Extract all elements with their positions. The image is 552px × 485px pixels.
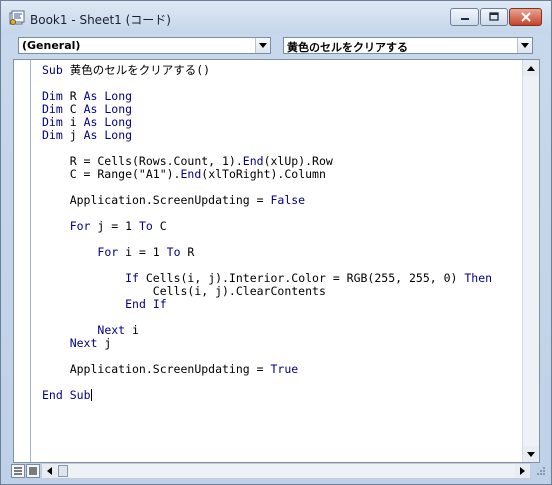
horizontal-scroll-thumb[interactable] (58, 465, 68, 477)
maximize-button[interactable] (480, 8, 508, 26)
maximize-icon (489, 12, 499, 21)
chevron-down-icon (527, 451, 535, 457)
code-text[interactable]: Sub 黄色のセルをクリアする() Dim R As Long Dim C As L… (42, 64, 521, 402)
vba-module-icon (9, 10, 25, 26)
procedure-view-icon (14, 467, 22, 475)
code-line[interactable]: Sub 黄色のセルをクリアする() (42, 64, 521, 77)
margin-indicator-bar[interactable] (14, 60, 31, 462)
procedure-dropdown[interactable]: 黄色のセルをクリアする (283, 37, 533, 54)
code-line[interactable]: Application.ScreenUpdating = True (42, 363, 521, 376)
procedure-view-button[interactable] (11, 464, 25, 478)
scroll-down-button[interactable] (523, 446, 539, 462)
vertical-scrollbar[interactable] (522, 60, 539, 462)
code-line[interactable]: For j = 1 To C (42, 220, 521, 233)
title-bar[interactable]: Book1 - Sheet1 (コード) (1, 1, 551, 33)
code-line[interactable]: End Sub (42, 389, 521, 402)
code-line[interactable]: End If (42, 298, 521, 311)
code-line[interactable]: Application.ScreenUpdating = False (42, 194, 521, 207)
procedure-dropdown-value: 黄色のセルをクリアする (287, 41, 408, 54)
text-caret (90, 389, 92, 401)
horizontal-scrollbar[interactable] (41, 463, 531, 479)
scroll-right-button[interactable] (515, 464, 530, 478)
minimize-button[interactable] (450, 8, 479, 26)
resize-grip-icon[interactable] (536, 466, 546, 476)
chevron-down-icon[interactable] (255, 38, 270, 53)
chevron-up-icon (527, 65, 535, 71)
code-line[interactable]: Next i (42, 324, 521, 337)
close-button[interactable] (509, 8, 542, 26)
window-title: Book1 - Sheet1 (コード) (30, 13, 171, 27)
code-line[interactable] (42, 376, 521, 389)
scroll-up-button[interactable] (523, 60, 539, 76)
scroll-left-button[interactable] (42, 464, 57, 478)
chevron-down-icon[interactable] (517, 38, 532, 53)
status-strip (7, 463, 545, 480)
code-line[interactable]: For i = 1 To R (42, 246, 521, 259)
chevron-right-icon (520, 467, 525, 475)
code-line[interactable]: Next j (42, 337, 521, 350)
object-dropdown-value: (General) (22, 39, 81, 52)
code-window: Book1 - Sheet1 (コード) (General) 黄色のセルをクリア… (0, 0, 552, 485)
close-icon (520, 12, 531, 22)
code-editor[interactable]: Sub 黄色のセルをクリアする() Dim R As Long Dim C As L… (13, 59, 540, 463)
full-module-view-icon (29, 467, 37, 475)
full-module-view-button[interactable] (26, 464, 40, 478)
code-line[interactable]: C = Range("A1").End(xlToRight).Column (42, 168, 521, 181)
code-line[interactable]: Dim j As Long (42, 129, 521, 142)
chevron-left-icon (47, 467, 52, 475)
minimize-icon (460, 18, 469, 20)
object-dropdown[interactable]: (General) (18, 37, 271, 54)
